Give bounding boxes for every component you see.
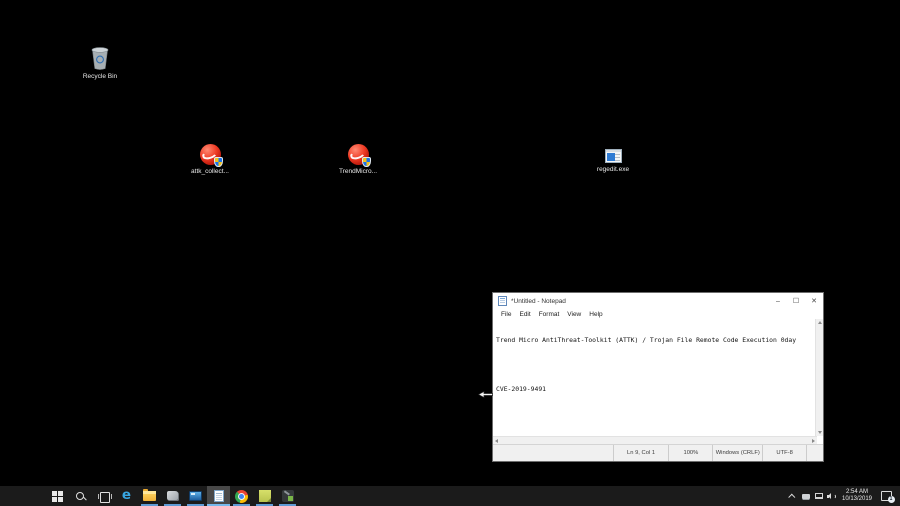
- taskbar-clock[interactable]: 2:54 AM 10/13/2019: [838, 489, 876, 504]
- taskbar-item-notepad-active[interactable]: [207, 486, 230, 506]
- minimize-button[interactable]: –: [769, 293, 787, 309]
- status-cursor-position: Ln 9, Col 1: [612, 445, 669, 461]
- task-view-icon: [97, 491, 112, 503]
- taskbar-item-edge[interactable]: e: [115, 486, 138, 506]
- menu-file[interactable]: File: [497, 311, 515, 318]
- taskbar-item-app-green[interactable]: [276, 486, 299, 506]
- edge-icon: e: [121, 487, 132, 504]
- scroll-up-arrow-icon[interactable]: [818, 321, 822, 324]
- trend-micro-sphere-icon: [199, 144, 223, 167]
- vertical-scrollbar[interactable]: [815, 319, 823, 436]
- notepad-titlebar[interactable]: *Untitled - Notepad – ☐ ✕: [493, 293, 823, 309]
- desktop-icon-label: Recycle Bin: [82, 73, 118, 80]
- uac-shield-icon: [213, 157, 223, 167]
- desktop-icon-label: attk_collect...: [191, 168, 229, 175]
- desktop-icon-attk-collect[interactable]: attk_collect...: [178, 144, 242, 175]
- mouse-cursor: [477, 386, 493, 404]
- search-button[interactable]: [69, 486, 92, 506]
- desktop-icon-label: TrendMicro...: [338, 168, 378, 175]
- action-center-icon: 1: [880, 491, 895, 503]
- laptop-icon: [801, 493, 810, 499]
- taskbar-item-chrome[interactable]: [230, 486, 253, 506]
- taskbar-item-app-monitor[interactable]: [184, 486, 207, 506]
- text-line: CVE-2019-9491: [496, 385, 547, 394]
- tray-show-hidden-icons[interactable]: [786, 486, 799, 506]
- close-button[interactable]: ✕: [805, 293, 823, 309]
- menu-view[interactable]: View: [563, 311, 585, 318]
- taskbar: e 2:54 AM 10/13/2019 1: [0, 486, 900, 506]
- notification-badge: 1: [887, 496, 895, 503]
- desktop-icon-recycle-bin[interactable]: Recycle Bin: [68, 46, 132, 80]
- speaker-icon: [826, 492, 837, 500]
- tray-volume-button[interactable]: [825, 486, 838, 506]
- scroll-right-arrow-icon[interactable]: [812, 439, 815, 443]
- chevron-up-icon: [788, 493, 796, 501]
- task-view-button[interactable]: [92, 486, 115, 506]
- action-center-button[interactable]: 1: [876, 486, 896, 506]
- status-encoding: UTF-8: [762, 445, 806, 461]
- status-zoom-level: 100%: [668, 445, 712, 461]
- blue-monitor-app-icon: [189, 491, 202, 501]
- gray-app-icon: [166, 491, 179, 501]
- taskbar-item-sticky-notes[interactable]: [253, 486, 276, 506]
- text-line: [496, 361, 796, 370]
- tray-device-button[interactable]: [799, 486, 812, 506]
- menu-help[interactable]: Help: [585, 311, 606, 318]
- scroll-left-arrow-icon[interactable]: [495, 439, 498, 443]
- search-icon: [75, 491, 86, 502]
- tray-network-button[interactable]: [812, 486, 825, 506]
- notepad-statusbar: Ln 9, Col 1 100% Windows (CRLF) UTF-8: [493, 444, 823, 461]
- desktop-icon-regedit[interactable]: regedit.exe: [581, 149, 645, 173]
- notepad-icon: [213, 490, 224, 502]
- maximize-button[interactable]: ☐: [787, 293, 805, 309]
- sticky-notes-icon: [258, 490, 271, 502]
- start-button[interactable]: [46, 486, 69, 506]
- clock-time: 2:54 AM: [845, 488, 868, 495]
- uac-shield-icon: [361, 157, 371, 167]
- network-icon: [814, 493, 823, 499]
- regedit-icon: [604, 149, 622, 163]
- status-line-endings: Windows (CRLF): [712, 445, 762, 461]
- file-explorer-icon: [143, 489, 156, 501]
- taskbar-item-app-gray[interactable]: [161, 486, 184, 506]
- menu-edit[interactable]: Edit: [515, 311, 534, 318]
- text-line: [496, 410, 796, 419]
- notepad-app-icon: [498, 296, 507, 306]
- taskbar-item-file-explorer[interactable]: [138, 486, 161, 506]
- menu-format[interactable]: Format: [535, 311, 564, 318]
- windows-logo-icon: [52, 490, 63, 502]
- horizontal-scrollbar[interactable]: [493, 436, 817, 444]
- windows-desktop: Recycle Bin attk_collect... TrendMicro..…: [0, 0, 900, 506]
- notepad-window: *Untitled - Notepad – ☐ ✕ File Edit Form…: [492, 292, 824, 462]
- text-line: Trend Micro AntiThreat-Toolkit (ATTK) / …: [496, 336, 797, 344]
- clock-date: 10/13/2019: [841, 496, 873, 502]
- notepad-text-area[interactable]: Trend Micro AntiThreat-Toolkit (ATTK) / …: [493, 319, 817, 436]
- chrome-icon: [235, 489, 248, 503]
- scroll-down-arrow-icon[interactable]: [818, 431, 822, 434]
- system-tray: 2:54 AM 10/13/2019 1: [786, 486, 900, 506]
- green-badge-app-icon: [281, 490, 294, 502]
- trend-micro-sphere-icon: [347, 144, 371, 167]
- recycle-bin-icon: [91, 47, 109, 70]
- notepad-menubar: File Edit Format View Help: [493, 309, 823, 319]
- desktop-icon-label: regedit.exe: [596, 166, 630, 173]
- window-title: *Untitled - Notepad: [511, 297, 566, 305]
- desktop-icon-trendmicro[interactable]: TrendMicro...: [326, 144, 390, 175]
